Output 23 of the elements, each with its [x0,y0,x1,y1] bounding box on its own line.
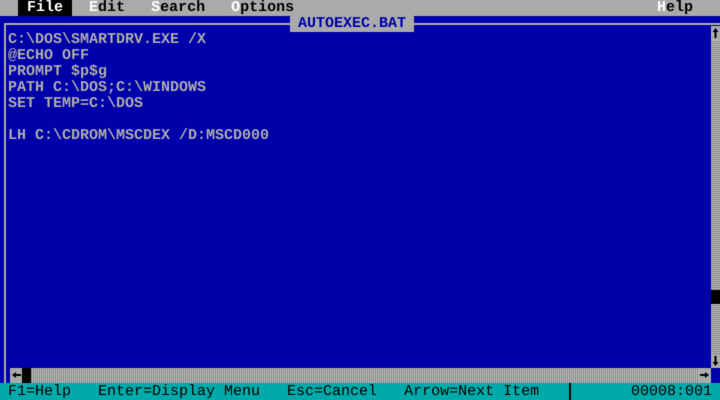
key-hint: Arrow=Next Item [404,383,540,400]
horizontal-scrollbar[interactable] [10,368,711,383]
code-line: LH C:\CDROM\MSCDEX /D:MSCD000 [8,128,270,144]
scroll-thumb[interactable] [711,290,720,304]
menu-item[interactable]: File [18,0,72,16]
vertical-scrollbar[interactable] [711,26,720,368]
help-menu[interactable]: Help [648,0,702,16]
code-line: C:\DOS\SMARTDRV.EXE /X [8,32,208,48]
cursor-position: 00008:001 [630,383,713,400]
up-arrow-icon[interactable] [711,26,720,40]
key-hint: F1=Help [8,383,72,400]
code-line: @ECHO OFF [8,48,90,64]
menu-item[interactable]: Options [222,0,304,16]
down-arrow-icon[interactable] [711,354,720,368]
menu-item[interactable]: Search [142,0,214,16]
key-hint: Enter=Display Menu [98,383,260,400]
code-line: PATH C:\DOS;C:\WINDOWS [8,80,208,96]
menu-item[interactable]: Edit [80,0,134,16]
scroll-thumb[interactable] [22,368,31,383]
window-title: AUTOEXEC.BAT [290,16,414,32]
code-line: PROMPT $p$g [8,64,108,80]
key-hint: Esc=Cancel [287,383,378,400]
code-line: SET TEMP=C:\DOS [8,96,144,112]
